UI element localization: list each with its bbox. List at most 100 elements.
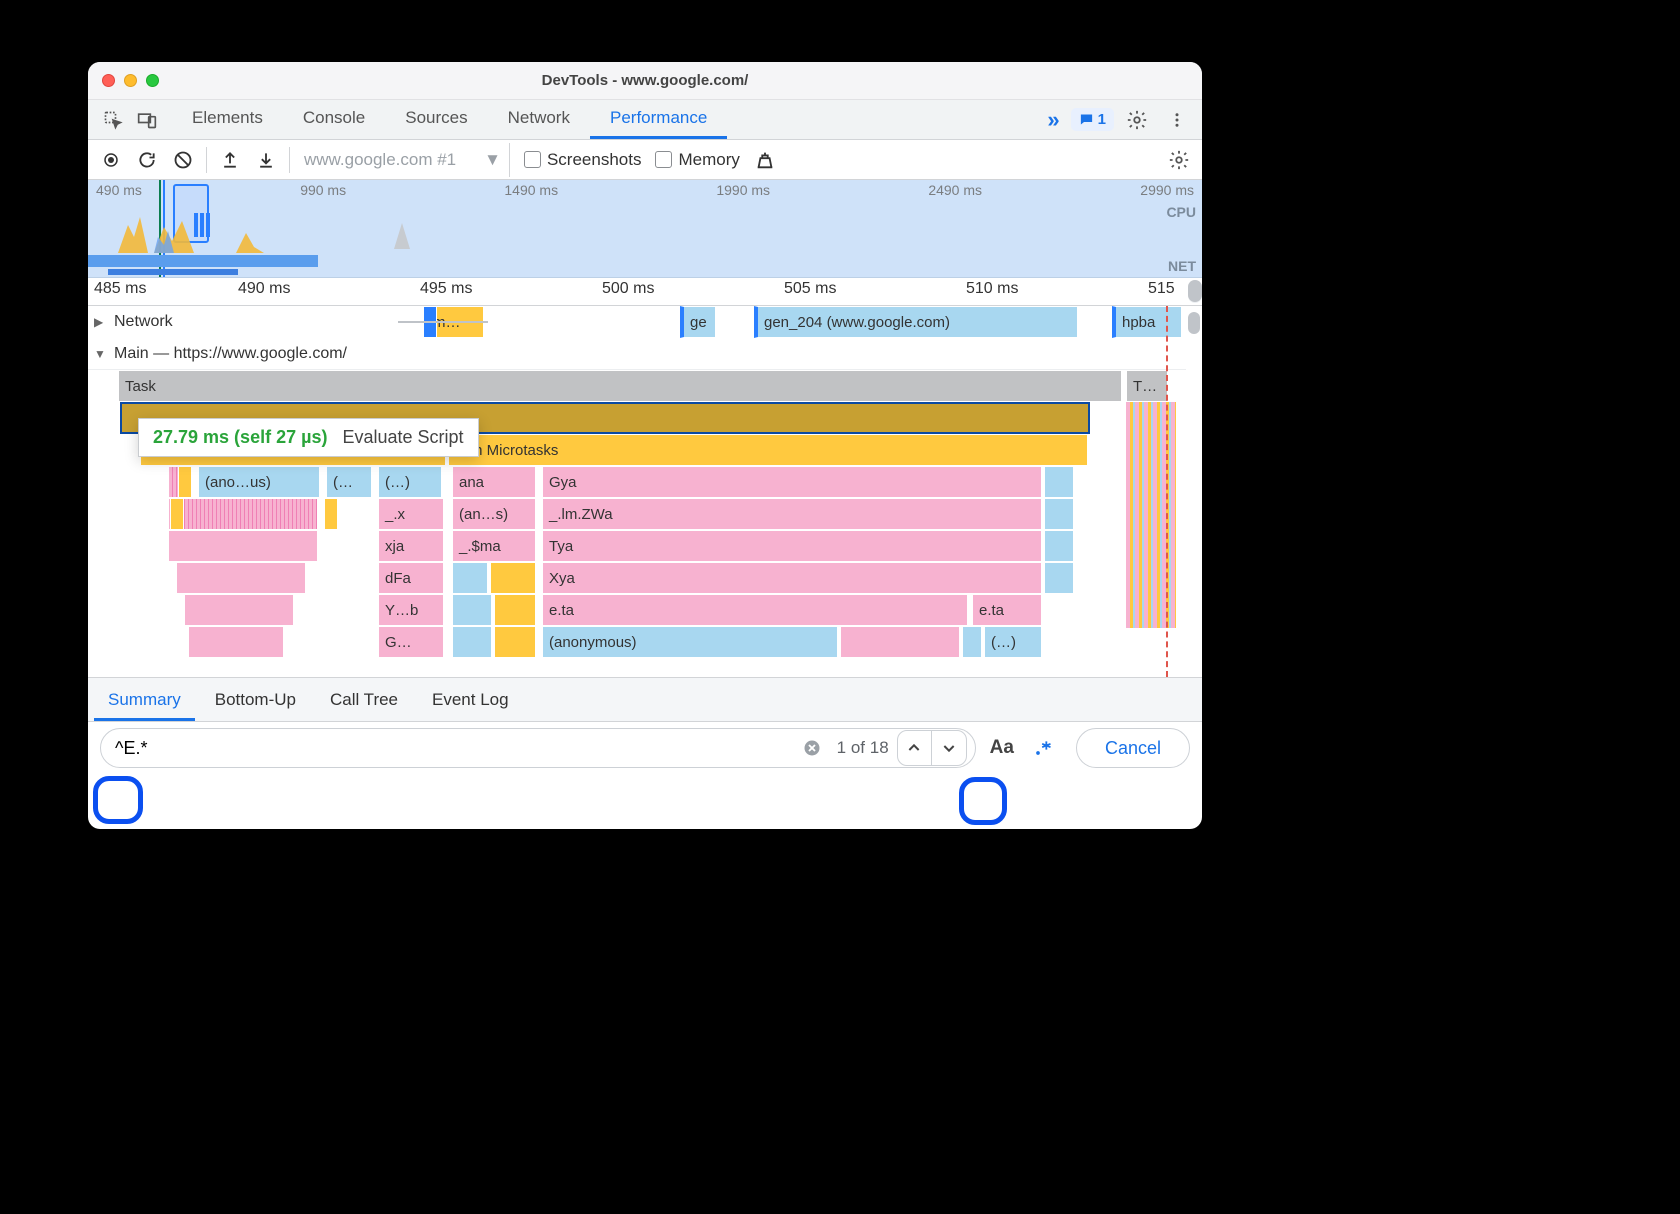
tab-network[interactable]: Network [488,100,590,139]
main-track-header[interactable]: ▼ Main — https://www.google.com/ [88,338,1186,370]
flame-cell[interactable]: Y…b [378,594,444,626]
overview-timeline[interactable]: 490 ms 990 ms 1490 ms 1990 ms 2490 ms 29… [88,180,1202,278]
screenshots-checkbox[interactable]: Screenshots [518,150,648,170]
tooltip-label: Evaluate Script [343,427,464,447]
network-entry[interactable]: ge [680,306,716,338]
memory-checkbox[interactable]: Memory [649,150,745,170]
flame-cell[interactable] [176,562,306,594]
search-next-icon[interactable] [932,731,966,765]
flame-cell[interactable]: _.$ma [452,530,536,562]
clear-button[interactable] [166,143,200,177]
dtab-call-tree[interactable]: Call Tree [316,680,412,721]
flame-cell[interactable]: Tya [542,530,1042,562]
flame-cell[interactable]: (anonymous) [542,626,838,658]
scroll-thumb[interactable] [1188,280,1202,302]
separator [289,147,290,173]
flame-cell[interactable]: ana [452,466,536,498]
network-entry[interactable]: gen_204 (www.google.com) [754,306,1078,338]
issues-button[interactable]: 1 [1071,108,1114,131]
tick: 1990 ms [716,182,770,198]
flame-cell[interactable] [494,626,536,658]
kebab-menu-icon[interactable] [1160,111,1194,129]
flame-cell[interactable] [1044,530,1074,562]
download-button[interactable] [249,143,283,177]
flame-task[interactable]: T… [1126,370,1168,402]
flame-cell[interactable] [840,626,960,658]
flame-cell[interactable] [188,626,284,658]
flame-cell[interactable] [1044,562,1074,594]
dtab-event-log[interactable]: Event Log [418,680,523,721]
ruler-tick: 495 ms [420,280,472,298]
titlebar: DevTools - www.google.com/ [88,62,1202,100]
collect-garbage-button[interactable] [748,143,782,177]
clear-search-icon[interactable] [795,739,829,757]
cancel-button[interactable]: Cancel [1076,728,1190,768]
flame-cell[interactable] [170,498,184,530]
flame-cell[interactable] [452,594,492,626]
chevron-down-icon: ▼ [484,150,501,170]
flame-task[interactable]: Task [118,370,1122,402]
scroll-thumb[interactable] [1188,312,1200,334]
flame-cell[interactable] [494,594,536,626]
search-prev-icon[interactable] [898,731,932,765]
inspect-element-icon[interactable] [96,100,130,139]
dtab-bottom-up[interactable]: Bottom-Up [201,680,310,721]
capture-settings-icon[interactable] [1162,143,1196,177]
flame-cell[interactable]: (ano…us) [198,466,320,498]
flame-ruler[interactable]: 485 ms 490 ms 495 ms 500 ms 505 ms 510 m… [88,278,1202,306]
flame-cell[interactable] [178,466,192,498]
flame-cell[interactable]: dFa [378,562,444,594]
flamechart[interactable]: ▶ Network m… ge gen_204 (www.google.com)… [88,306,1202,678]
tab-elements[interactable]: Elements [172,100,283,139]
flame-cell[interactable] [324,498,338,530]
flame-cell[interactable] [452,626,492,658]
regex-toggle[interactable] [1024,729,1062,767]
tab-performance[interactable]: Performance [590,100,727,139]
network-entry[interactable]: hpba [1112,306,1182,338]
tick: 490 ms [96,182,142,198]
net-bar [108,269,238,275]
flame-cell[interactable]: Xya [542,562,1042,594]
flame-cell[interactable]: (… [326,466,372,498]
flame-cell[interactable]: e.ta [972,594,1042,626]
upload-button[interactable] [213,143,247,177]
flame-cell[interactable]: xja [378,530,444,562]
flame-scroll[interactable] [1186,306,1202,677]
flame-cell[interactable]: G… [378,626,444,658]
more-panels-icon[interactable]: » [1039,107,1064,133]
flame-cell[interactable] [452,562,488,594]
flame-cell[interactable]: Gya [542,466,1042,498]
tab-sources[interactable]: Sources [385,100,487,139]
panel-tabs: Elements Console Sources Network Perform… [172,100,727,139]
settings-icon[interactable] [1120,109,1154,131]
separator [206,147,207,173]
search-input[interactable] [115,738,795,759]
flame-cell[interactable]: (…) [984,626,1042,658]
flame-cell[interactable]: _.x [378,498,444,530]
issues-count: 1 [1098,111,1106,128]
flame-cell[interactable]: _.lm.ZWa [542,498,1042,530]
record-button[interactable] [94,143,128,177]
flame-cell[interactable] [490,562,536,594]
flame-cell[interactable]: Run Microtasks [448,434,1088,466]
flame-cell[interactable] [1044,498,1074,530]
flame-cell[interactable] [168,530,318,562]
flame-cell[interactable] [1044,466,1074,498]
playhead[interactable] [1166,306,1168,677]
recording-select[interactable]: www.google.com #1 ▼ [296,143,510,177]
tick: 1490 ms [504,182,558,198]
flame-cell[interactable]: e.ta [542,594,968,626]
flame-cell[interactable]: (…) [378,466,442,498]
tick: 2490 ms [928,182,982,198]
flame-cell[interactable]: (an…s) [452,498,536,530]
ruler-tick: 485 ms [94,280,146,298]
dtab-summary[interactable]: Summary [94,680,195,721]
tab-console[interactable]: Console [283,100,385,139]
reload-record-button[interactable] [130,143,164,177]
flame-cell[interactable] [168,498,318,530]
case-sensitive-toggle[interactable]: Aa [990,737,1014,759]
device-toolbar-icon[interactable] [130,100,164,139]
recording-select-label: www.google.com #1 [304,150,456,170]
flame-cell[interactable] [184,594,294,626]
flame-cell[interactable] [962,626,982,658]
